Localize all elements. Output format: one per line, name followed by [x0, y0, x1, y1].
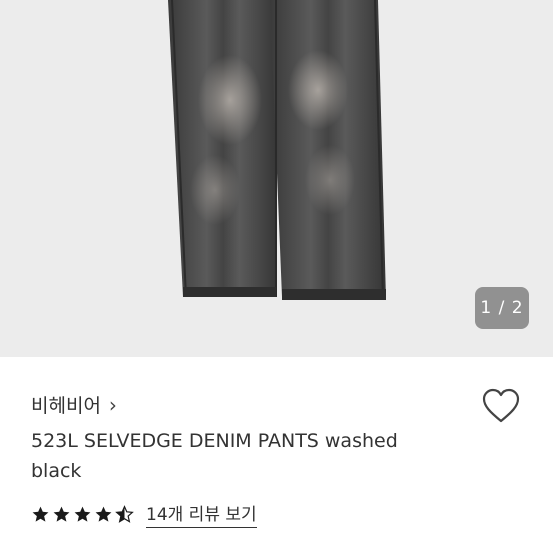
- star-icon: [53, 506, 70, 522]
- heart-outline-icon[interactable]: [482, 388, 520, 424]
- product-title: 523L SELVEDGE DENIM PANTS washed black: [31, 430, 398, 482]
- star-icon: [95, 506, 112, 522]
- brand-link[interactable]: 비헤비어 ›: [31, 391, 117, 418]
- product-image: [168, 0, 386, 301]
- star-half-icon: [115, 504, 134, 523]
- image-page-counter: 1 / 2: [475, 287, 529, 329]
- star-icon: [32, 506, 49, 522]
- chevron-right-icon: ›: [108, 392, 117, 417]
- review-link[interactable]: 14개 리뷰 보기: [146, 500, 257, 528]
- star-icon: [74, 506, 91, 522]
- brand-name: 비헤비어: [31, 395, 101, 417]
- star-rating: [31, 504, 134, 524]
- rating-row: 14개 리뷰 보기: [31, 500, 257, 528]
- product-image-gallery[interactable]: 1 / 2: [0, 0, 553, 357]
